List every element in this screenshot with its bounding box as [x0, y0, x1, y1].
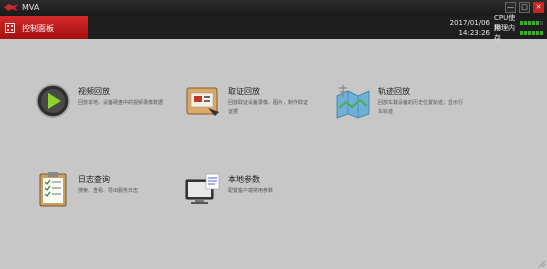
track-playback-icon: [336, 85, 370, 119]
tile-title: 视频回放: [78, 87, 110, 96]
title-bar: MVA — □ ✕: [0, 0, 547, 16]
tile-description: 回放车载设备的历史位置轨迹，显示行车轨迹: [378, 100, 464, 115]
tile-track-playback[interactable]: 轨迹回放 回放车载设备的历史位置轨迹，显示行车轨迹: [334, 82, 464, 130]
tile-log-query[interactable]: 日志查询 搜索、查看、导出服务日志: [34, 170, 164, 218]
tile-title: 本地参数: [228, 175, 260, 184]
status-time: 14:23:26: [458, 28, 490, 37]
resize-grip-icon[interactable]: [538, 260, 546, 268]
tile-local-settings[interactable]: 本地参数 配置客户端常用参数: [184, 170, 314, 218]
tile-title: 日志查询: [78, 175, 110, 184]
status-date: 2017/01/06: [449, 18, 490, 27]
tile-title: 取证回放: [228, 87, 260, 96]
evidence-playback-icon: [186, 87, 219, 116]
minimize-button[interactable]: —: [505, 2, 516, 13]
log-query-icon: [39, 172, 67, 207]
close-button[interactable]: ✕: [533, 2, 544, 13]
main-panel: 视频回放 回放本地、设备硬盘中的视频录像数据 取证回放 回放取证设备录像、图片，…: [0, 39, 547, 269]
tile-description: 回放本地、设备硬盘中的视频录像数据: [78, 100, 164, 106]
tab-control-panel-label: 控制面板: [22, 24, 54, 33]
local-settings-icon: [185, 173, 220, 204]
maximize-button[interactable]: □: [519, 2, 530, 13]
tile-video-playback[interactable]: 视频回放 回放本地、设备硬盘中的视频录像数据: [34, 82, 164, 130]
memory-meter: [520, 30, 543, 35]
control-panel-icon: [5, 23, 15, 33]
app-title: MVA: [22, 3, 40, 12]
header-bar: 控制面板 2017/01/06 CPU使用 14:23:26 物理内存: [0, 14, 547, 42]
tile-description: 搜索、查看、导出服务日志: [78, 188, 139, 194]
cpu-meter: [520, 20, 543, 25]
tile-description: 回放取证设备录像、图片，制作取证证据: [228, 100, 309, 115]
tile-description: 配置客户端常用参数: [228, 188, 274, 194]
tile-title: 轨迹回放: [378, 87, 410, 96]
video-playback-icon: [36, 84, 70, 118]
tab-control-panel[interactable]: 控制面板: [0, 16, 88, 39]
tile-evidence-playback[interactable]: 取证回放 回放取证设备录像、图片，制作取证证据: [184, 82, 314, 130]
app-logo-icon: [4, 4, 18, 11]
system-status: 2017/01/06 CPU使用 14:23:26 物理内存: [427, 14, 543, 42]
